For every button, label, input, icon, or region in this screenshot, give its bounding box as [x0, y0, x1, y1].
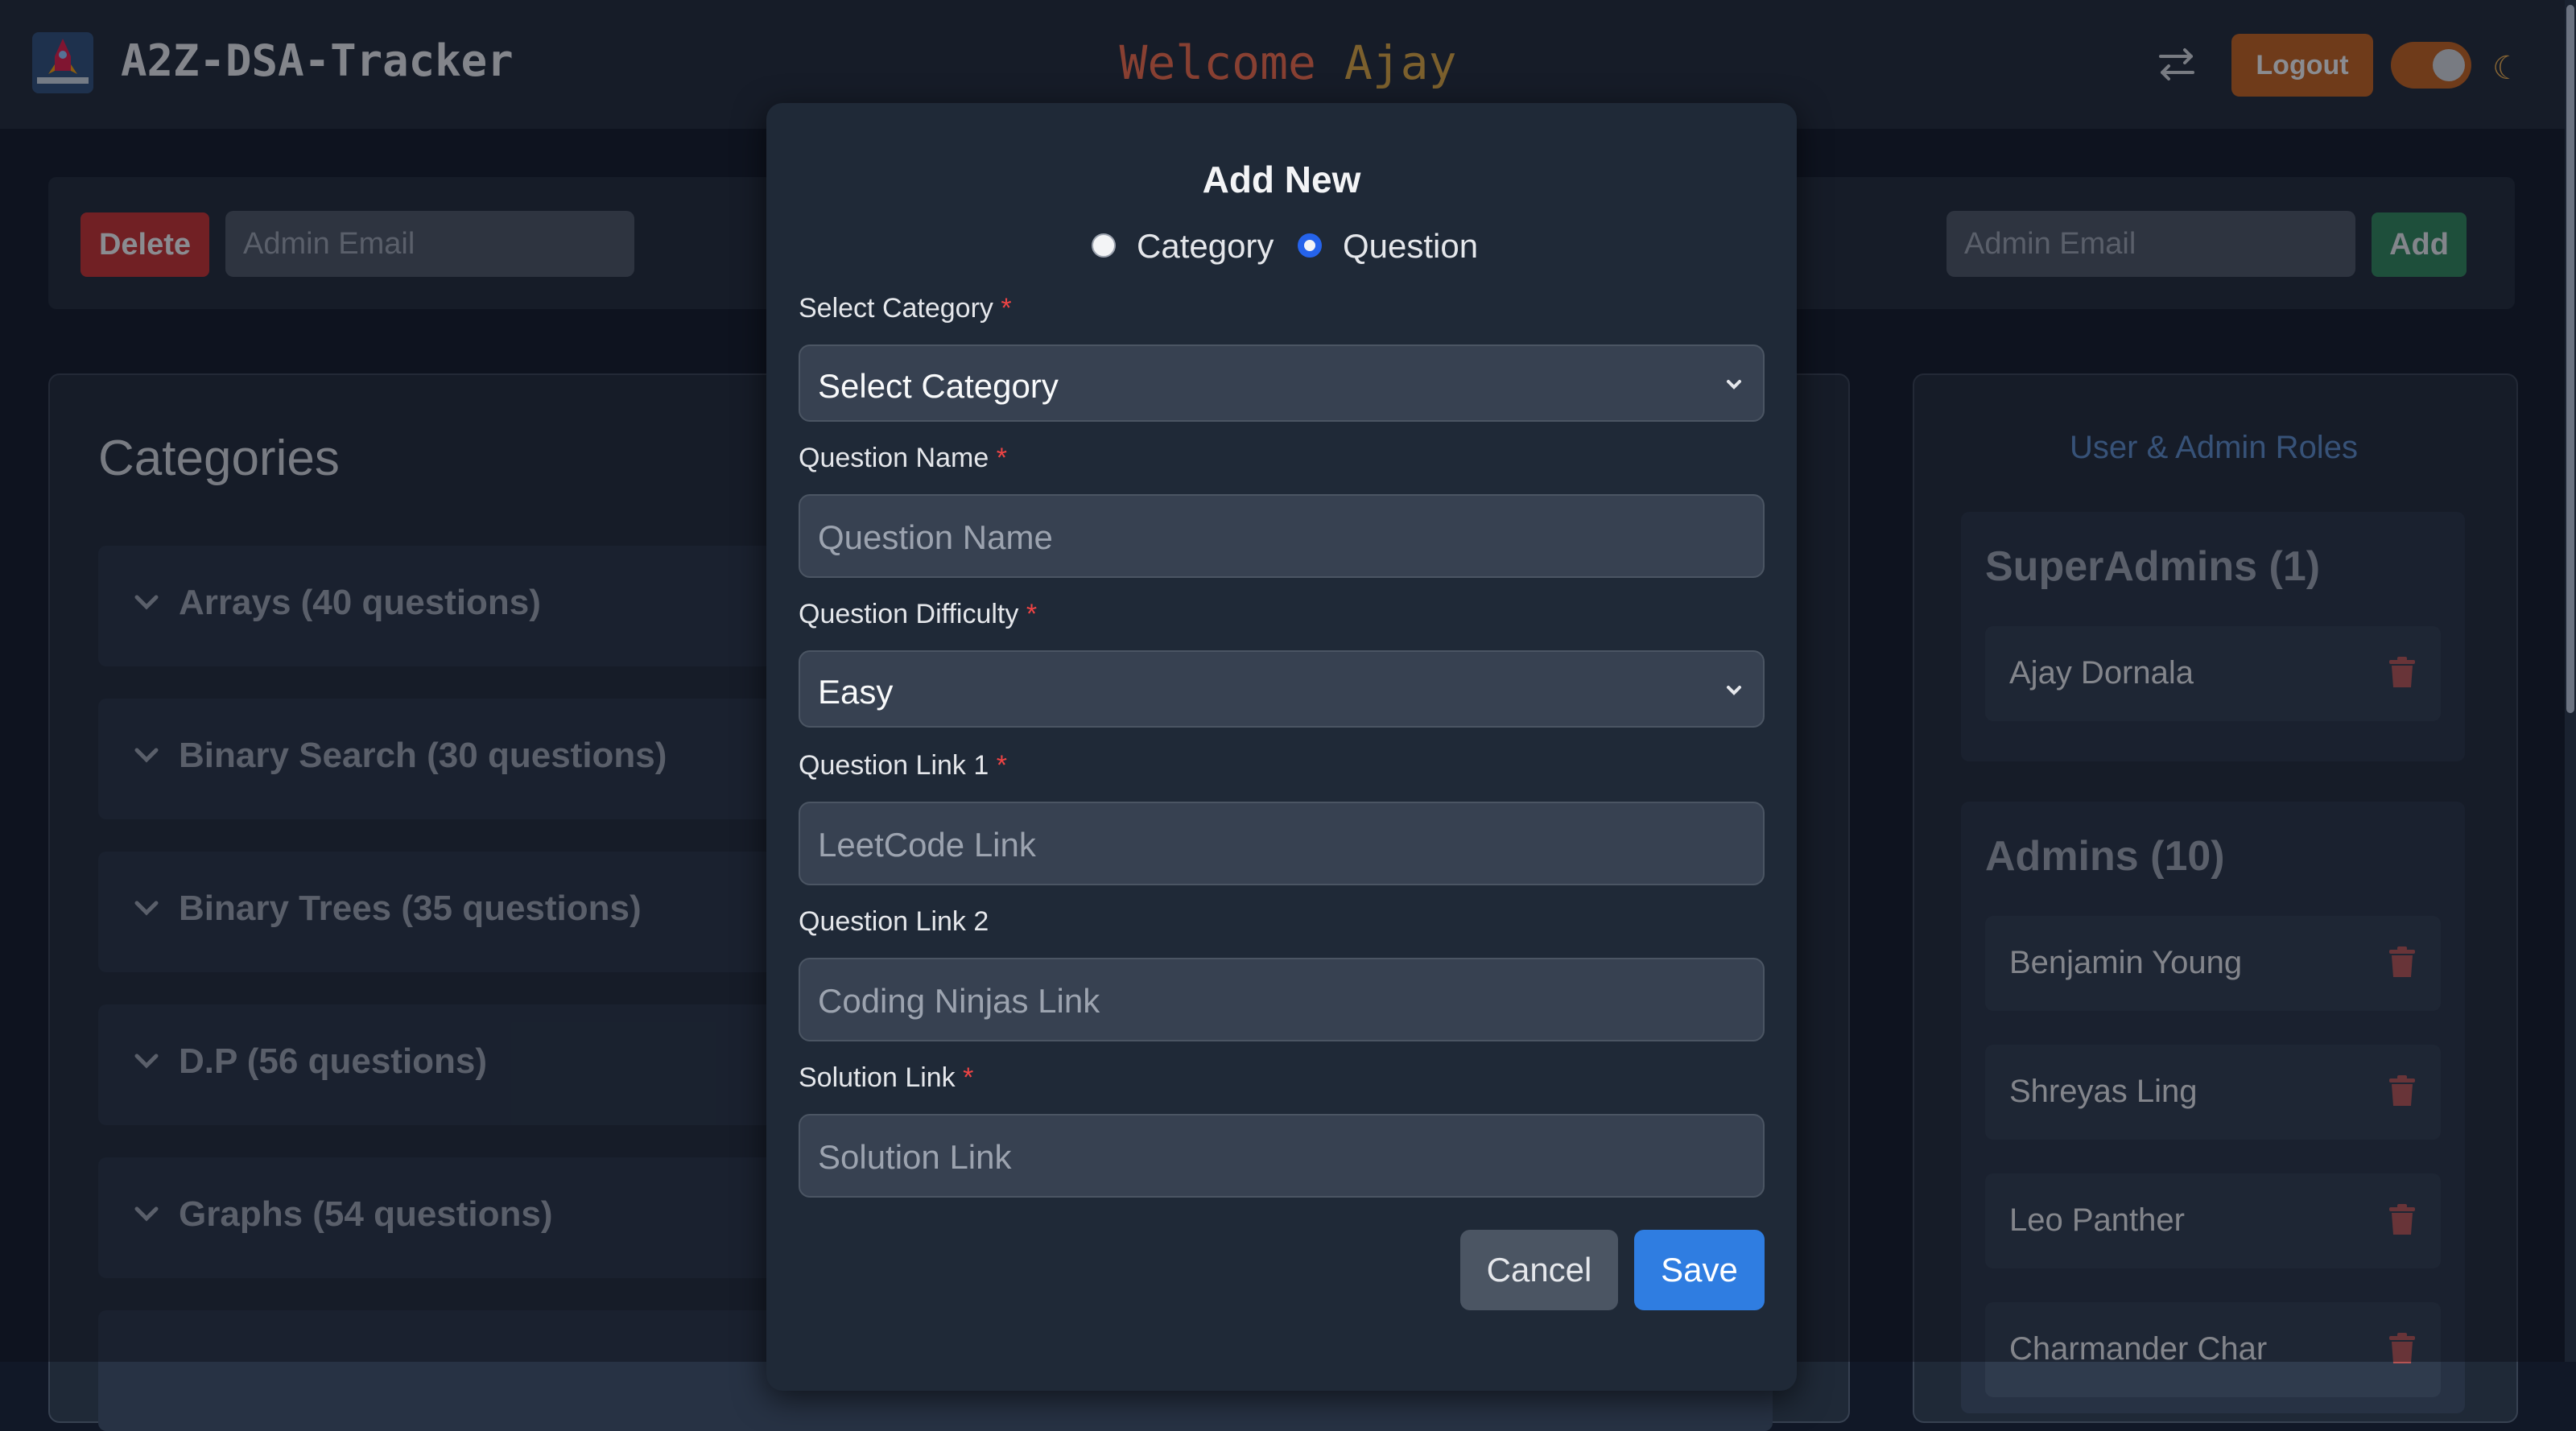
required-mark: *: [996, 443, 1007, 473]
solution-link-label-text: Solution Link: [799, 1062, 956, 1093]
coding-ninjas-link-placeholder: Coding Ninjas Link: [818, 982, 1100, 1020]
radio-question-label: Question: [1343, 227, 1479, 265]
radio-checked[interactable]: [1298, 233, 1322, 258]
radio-category-label: Category: [1137, 227, 1274, 265]
chevron-down-icon: [1727, 686, 1741, 695]
question-name-placeholder: Question Name: [818, 518, 1053, 556]
select-category-dropdown[interactable]: Select Category: [799, 344, 1765, 422]
modal-title: Add New: [1202, 159, 1361, 200]
required-mark: *: [996, 750, 1007, 781]
chevron-down-icon: [1727, 380, 1741, 390]
link2-label: Question Link 2: [799, 906, 989, 938]
question-name-label: Question Name *: [799, 443, 1007, 474]
solution-link-label: Solution Link *: [799, 1062, 973, 1094]
difficulty-dropdown[interactable]: Easy: [799, 650, 1765, 728]
solution-link-input[interactable]: Solution Link: [799, 1114, 1765, 1198]
question-name-label-text: Question Name: [799, 443, 989, 473]
page-scrollbar[interactable]: [2565, 0, 2576, 1362]
select-category-label-text: Select Category: [799, 293, 993, 324]
required-mark: *: [1026, 599, 1038, 629]
coding-ninjas-link-input[interactable]: Coding Ninjas Link: [799, 958, 1765, 1041]
select-category-value: Select Category: [818, 367, 1059, 405]
required-mark: *: [1001, 293, 1012, 324]
solution-link-placeholder: Solution Link: [818, 1138, 1012, 1176]
link2-label-text: Question Link 2: [799, 906, 989, 937]
scrollbar-thumb[interactable]: [2566, 5, 2574, 713]
leetcode-link-placeholder: LeetCode Link: [818, 826, 1036, 864]
link1-label-text: Question Link 1: [799, 750, 989, 781]
difficulty-label-text: Question Difficulty: [799, 599, 1019, 629]
required-mark: *: [963, 1062, 974, 1093]
save-button[interactable]: Save: [1634, 1230, 1765, 1310]
question-name-input[interactable]: Question Name: [799, 494, 1765, 578]
select-category-label: Select Category *: [799, 293, 1012, 324]
leetcode-link-input[interactable]: LeetCode Link: [799, 802, 1765, 885]
cancel-button[interactable]: Cancel: [1460, 1230, 1618, 1310]
difficulty-value: Easy: [818, 673, 894, 711]
radio-unchecked[interactable]: [1092, 233, 1116, 258]
link1-label: Question Link 1 *: [799, 750, 1007, 781]
difficulty-label: Question Difficulty *: [799, 599, 1037, 630]
